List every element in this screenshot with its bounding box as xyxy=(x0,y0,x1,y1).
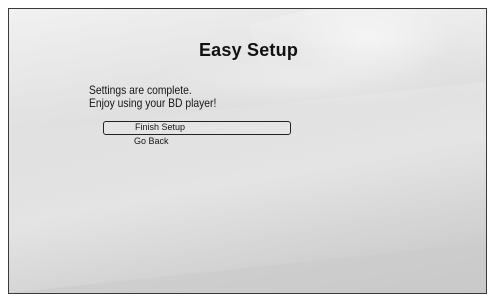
go-back-button[interactable]: Go Back xyxy=(103,135,291,149)
setup-screen: Easy Setup Settings are complete. Enjoy … xyxy=(8,8,487,294)
completion-message: Settings are complete. Enjoy using your … xyxy=(89,84,216,110)
setup-menu: Finish Setup Go Back xyxy=(103,121,291,149)
background-sheen xyxy=(9,72,486,293)
message-line-2: Enjoy using your BD player! xyxy=(89,96,217,110)
finish-setup-button[interactable]: Finish Setup xyxy=(103,121,291,135)
page-title: Easy Setup xyxy=(198,40,299,60)
